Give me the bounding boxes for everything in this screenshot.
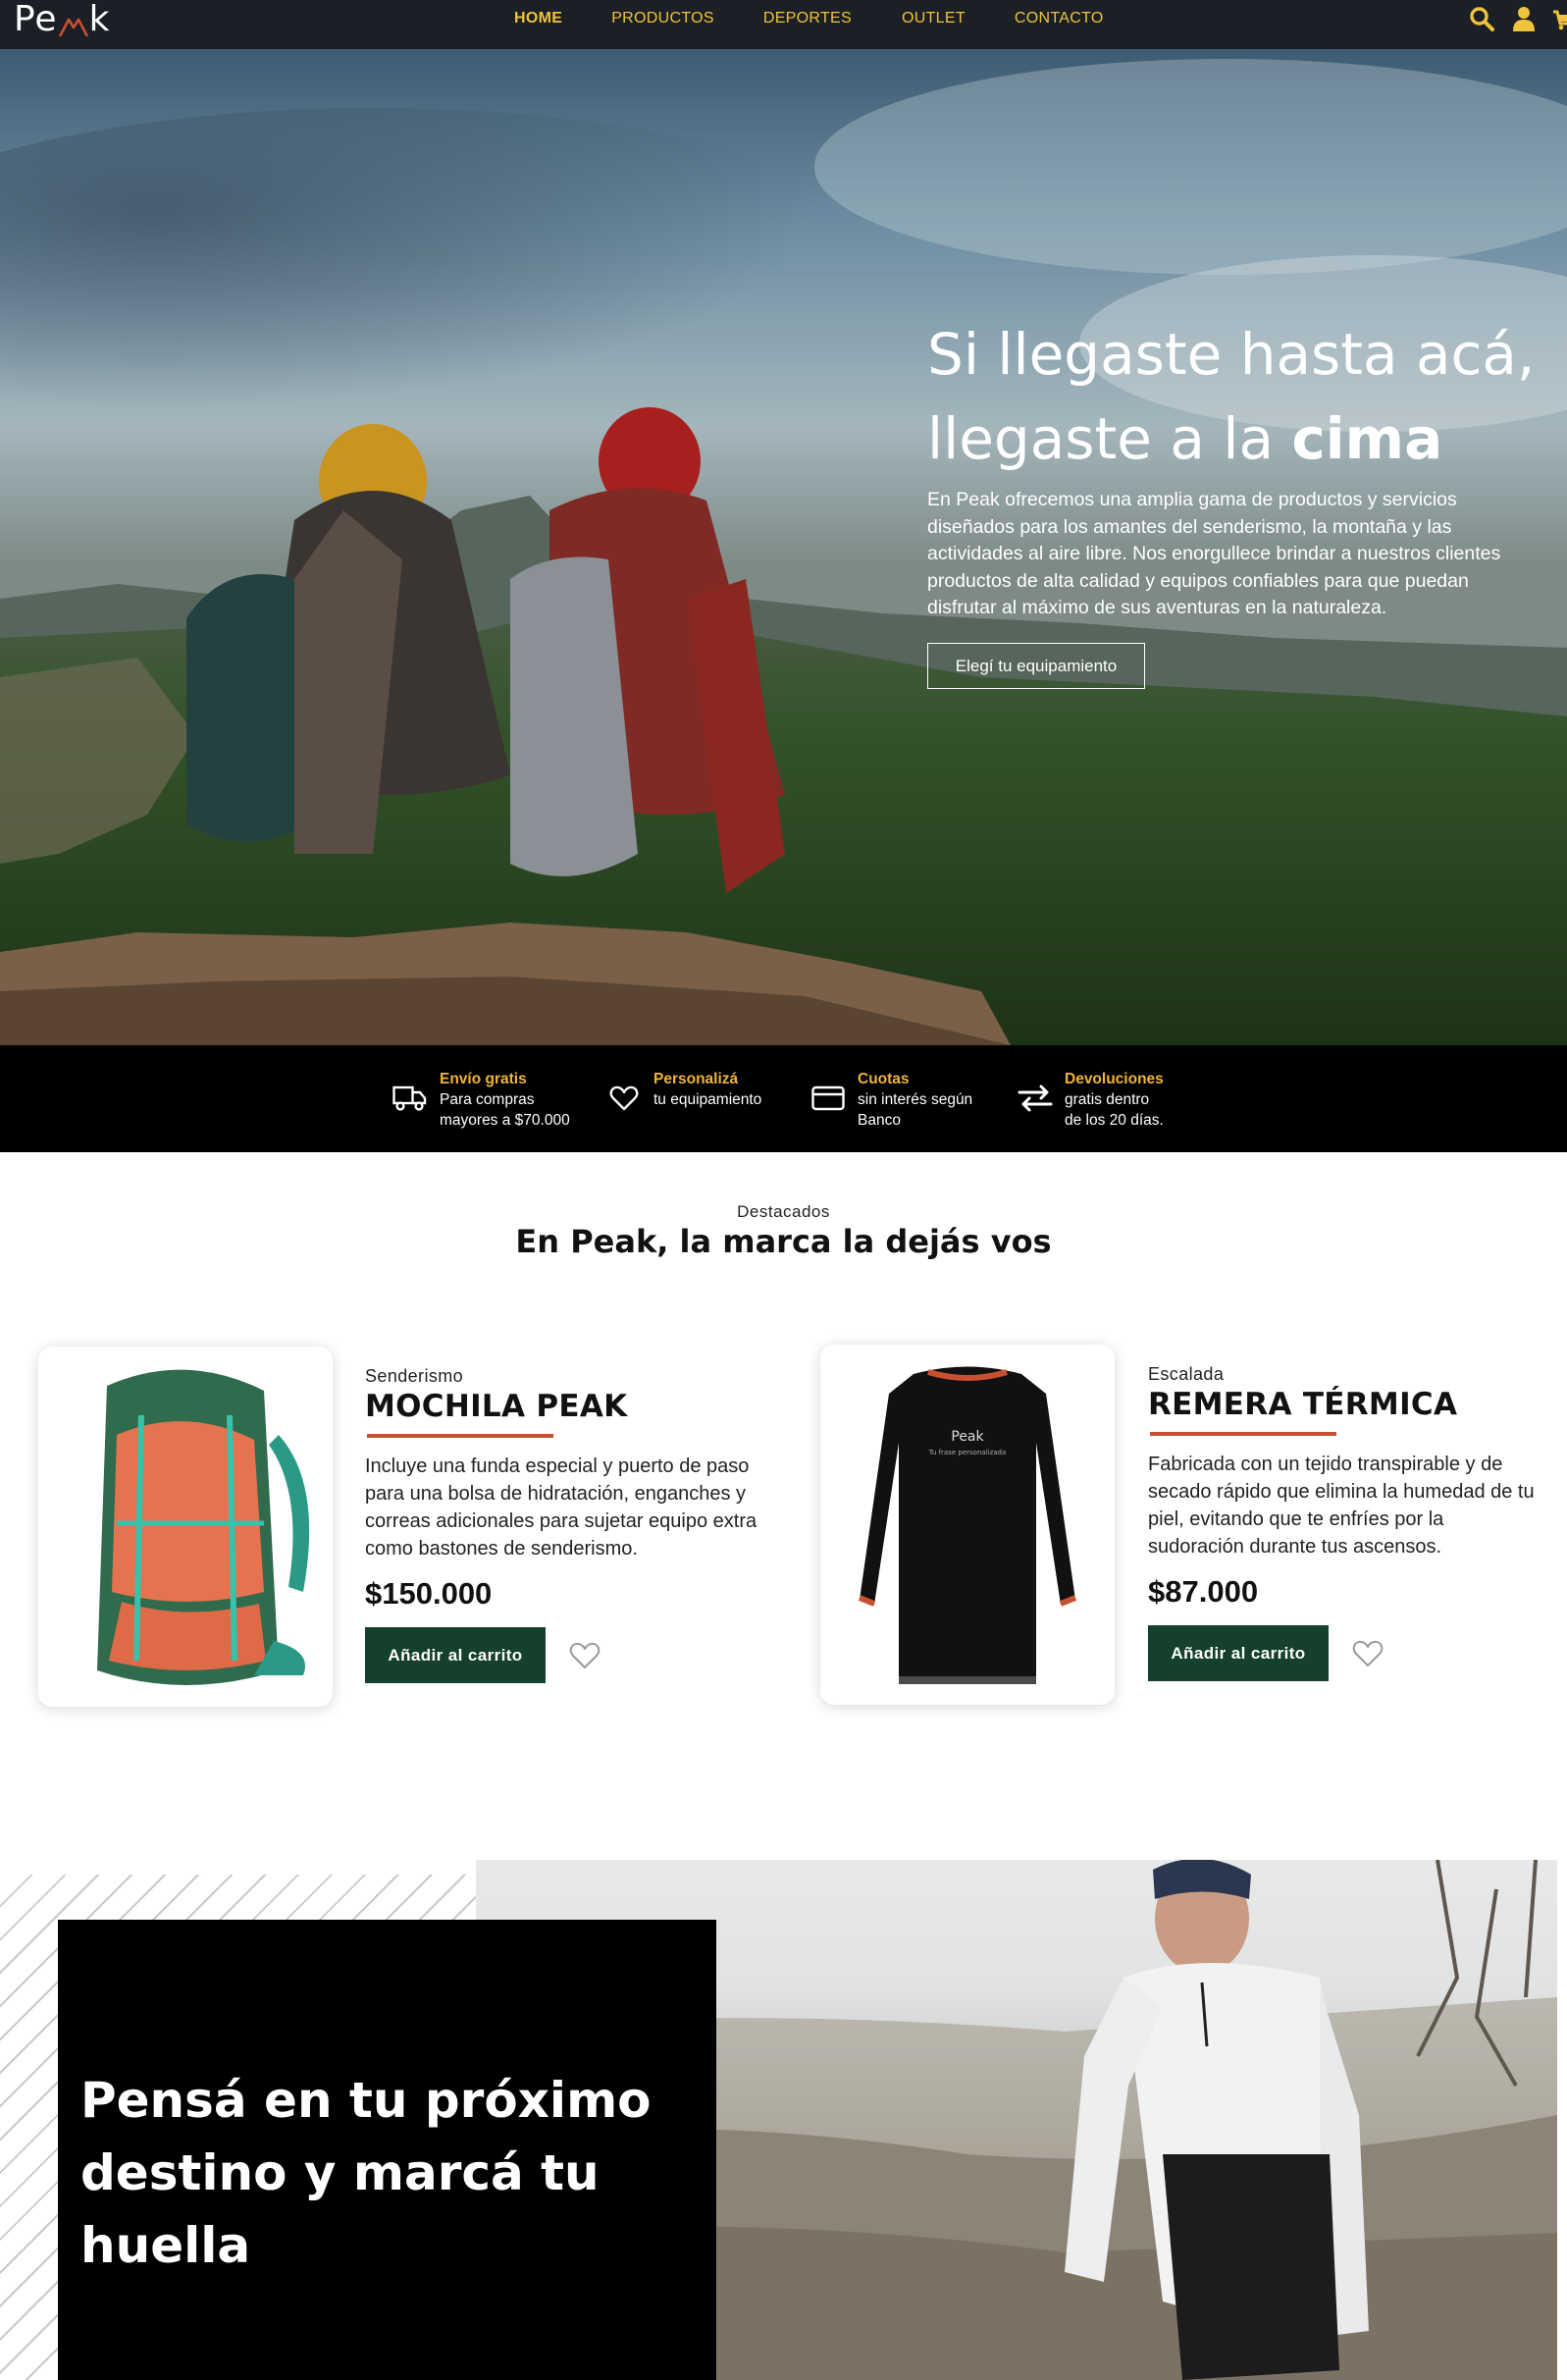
swap-icon (1018, 1081, 1053, 1116)
cart-icon[interactable] (1553, 6, 1567, 31)
featured-eyebrow: Destacados (737, 1202, 830, 1221)
destination-banner: Pensá en tu próximo destino y marcá tu h… (0, 1860, 1567, 2380)
user-icon[interactable] (1512, 6, 1536, 31)
peak-logo[interactable]: Pe k (14, 0, 110, 39)
hero-title: Si llegaste hasta acá, llegaste a la cim… (927, 312, 1555, 481)
search-icon[interactable] (1469, 6, 1494, 31)
logo-text-left: Pe (14, 0, 58, 39)
product-description: Fabricada con un tejido transpirable y d… (1148, 1454, 1535, 1558)
nav-icons (1469, 0, 1567, 37)
favorite-heart-icon[interactable] (1351, 1637, 1384, 1670)
benefit-title: Cuotas (858, 1071, 910, 1087)
benefit-text: sin interés según Banco (858, 1091, 973, 1129)
benefit-returns: Devoluciones gratis dentro de los 20 día… (1018, 1069, 1164, 1131)
hero-description: En Peak ofrecemos una amplia gama de pro… (927, 489, 1501, 618)
banner-title-line2: destino y marcá tu (80, 2144, 600, 2201)
add-to-cart-button[interactable]: Añadir al carrito (365, 1627, 546, 1683)
product-name[interactable]: MOCHILA PEAK (365, 1389, 627, 1424)
benefit-personalize: Personalizá tu equipamiento (606, 1069, 761, 1116)
shirt-print-label: Peak (951, 1429, 984, 1445)
product-name-underline (367, 1434, 553, 1438)
product-image-backpack[interactable]: Peak (38, 1347, 333, 1707)
nav-productos[interactable]: PRODUCTOS (611, 10, 714, 27)
benefit-text: Para compras mayores a $70.000 (440, 1091, 570, 1129)
benefit-text: gratis dentro de los 20 días. (1065, 1091, 1164, 1129)
banner-title-bold: huella (80, 2217, 251, 2274)
hero-title-line2: llegaste a la (927, 405, 1292, 472)
product-description: Incluye una funda especial y puerto de p… (365, 1455, 757, 1560)
nav-deportes[interactable]: DEPORTES (763, 10, 852, 27)
hero-section: Si llegaste hasta acá, llegaste a la cim… (0, 49, 1567, 1045)
heart-icon (606, 1081, 642, 1116)
product-image-shirt[interactable]: Peak Tu frase personalizada (820, 1345, 1115, 1705)
banner-title: Pensá en tu próximo destino y marcá tu h… (80, 2064, 728, 2282)
product-category: Senderismo (365, 1366, 464, 1386)
hero-title-line1: Si llegaste hasta acá, (927, 321, 1536, 388)
banner-title-line1: Pensá en tu próximo (80, 2072, 652, 2129)
benefit-text: tu equipamiento (653, 1091, 762, 1108)
shirt-print-sublabel: Tu frase personalizada (928, 1449, 1007, 1456)
backpack-print-label: Peak (80, 1511, 99, 1550)
product-category: Escalada (1148, 1364, 1225, 1384)
logo-mountain-mark (58, 8, 88, 37)
benefit-title: Devoluciones (1065, 1071, 1164, 1087)
product-price: $150.000 (365, 1576, 493, 1611)
nav-contacto[interactable]: CONTACTO (1015, 10, 1104, 27)
add-to-cart-button[interactable]: Añadir al carrito (1148, 1625, 1329, 1681)
favorite-heart-icon[interactable] (568, 1639, 601, 1672)
product-name-underline (1150, 1432, 1336, 1436)
top-nav: Pe k HOME PRODUCTOS DEPORTES OUTLET CONT… (0, 0, 1567, 49)
hero-title-bold: cima (1291, 405, 1443, 472)
card-icon (810, 1081, 846, 1116)
benefit-installments: Cuotas sin interés según Banco (810, 1069, 972, 1131)
logo-text-right: k (88, 0, 111, 39)
product-name[interactable]: REMERA TÉRMICA (1148, 1387, 1457, 1422)
benefit-title: Envío gratis (440, 1071, 527, 1087)
benefits-bar: Envío gratis Para compras mayores a $70.… (0, 1045, 1567, 1152)
featured-title-text: En Peak, la marca la dejás (515, 1223, 991, 1260)
truck-icon (392, 1081, 428, 1116)
nav-outlet[interactable]: OUTLET (902, 10, 966, 27)
nav-home[interactable]: HOME (514, 10, 562, 27)
featured-title: En Peak, la marca la dejás vos (0, 1223, 1567, 1260)
main-menu: HOME PRODUCTOS DEPORTES OUTLET CONTACTO (514, 0, 1104, 37)
benefit-title: Personalizá (653, 1071, 739, 1087)
choose-equipment-button[interactable]: Elegí tu equipamiento (927, 643, 1145, 689)
featured-title-bold: vos (990, 1223, 1052, 1260)
product-price: $87.000 (1148, 1574, 1259, 1609)
benefit-free-shipping: Envío gratis Para compras mayores a $70.… (392, 1069, 570, 1131)
